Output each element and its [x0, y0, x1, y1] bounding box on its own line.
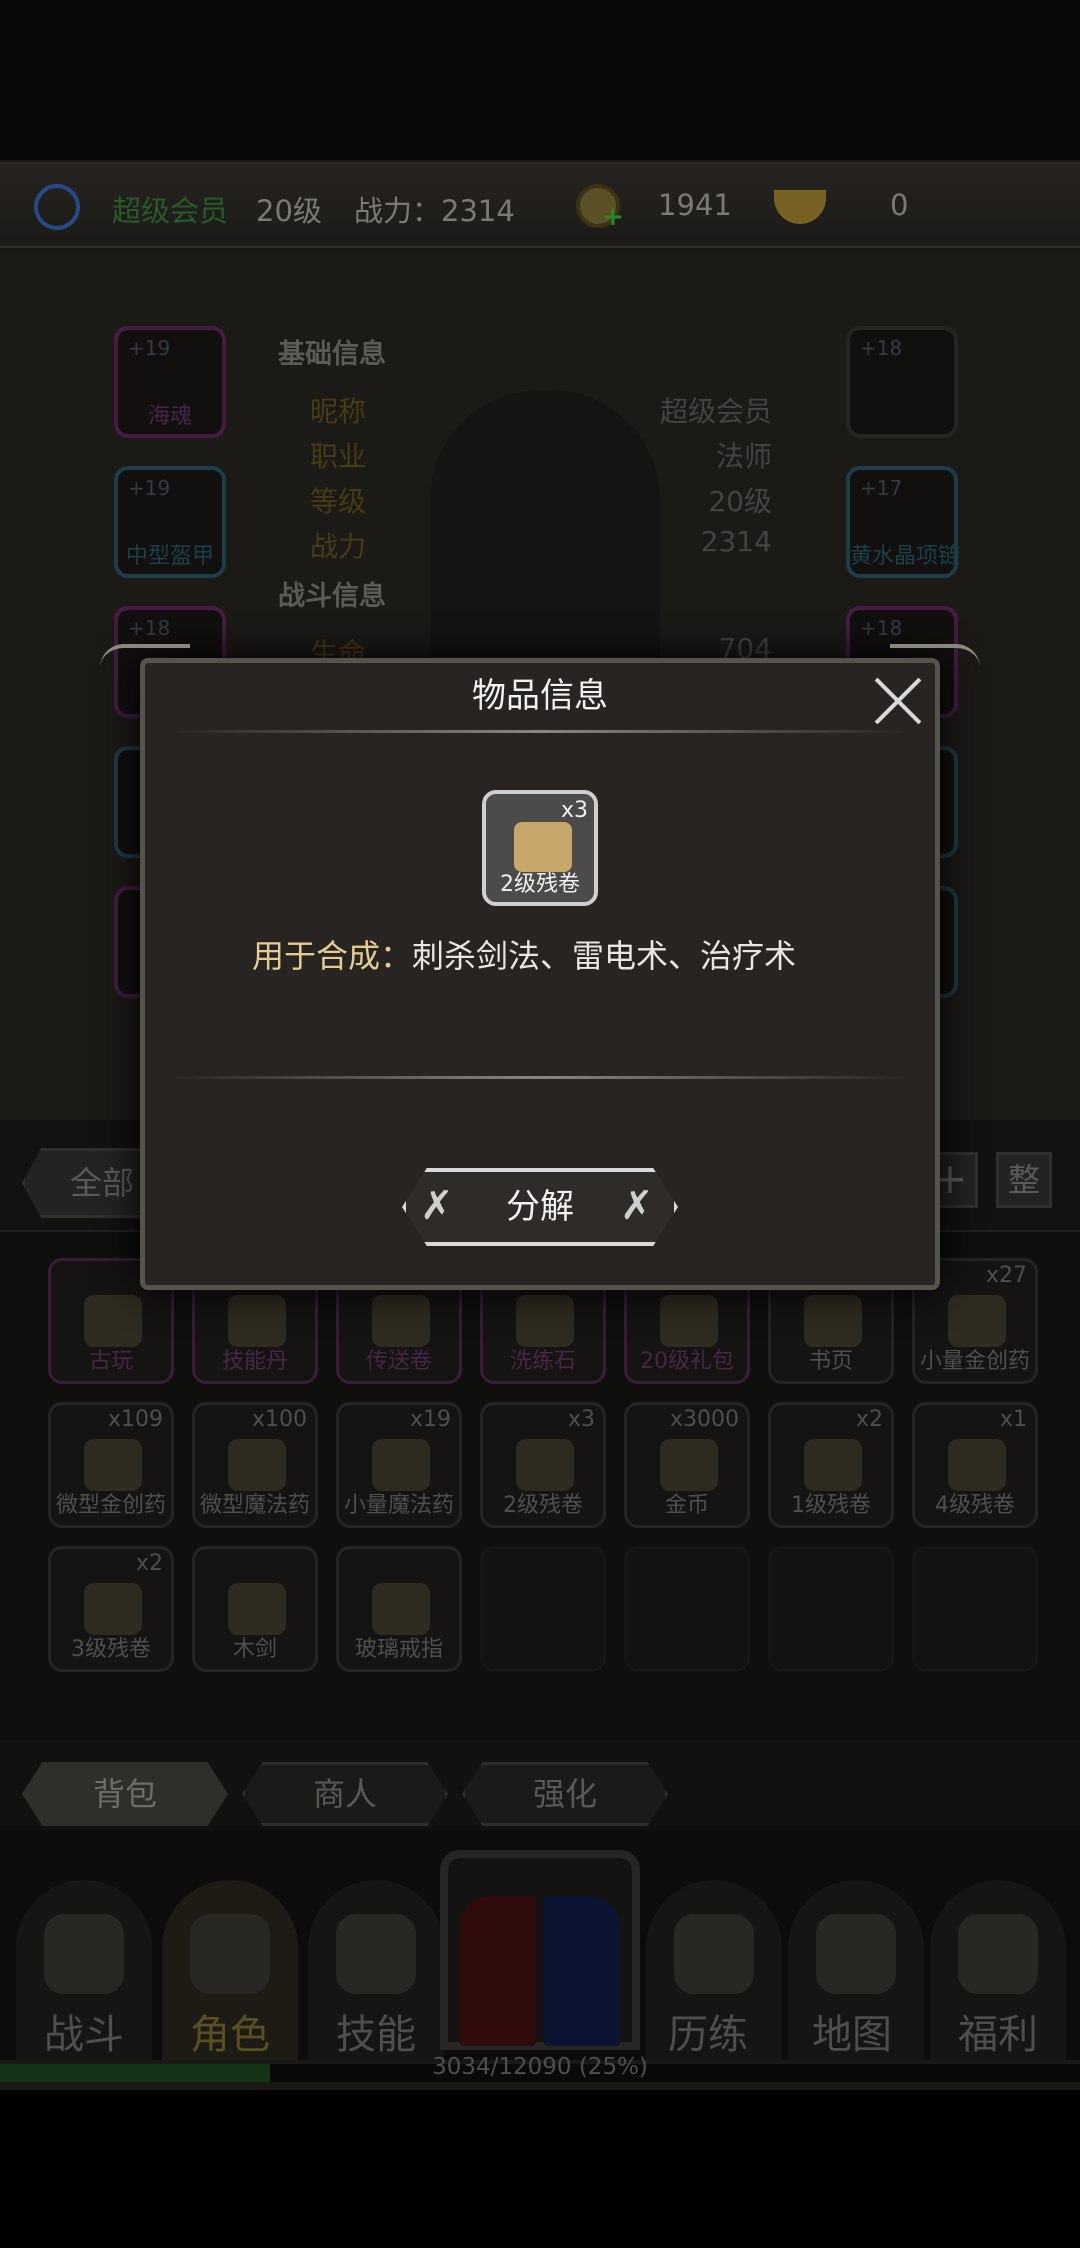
button-ornament-left: ✗ [420, 1183, 454, 1229]
scroll-fragment-icon [514, 822, 572, 872]
item-preview: x3 2级残卷 [482, 790, 598, 906]
item-name: 2级残卷 [500, 872, 580, 897]
dialog-ornament-left [100, 644, 190, 668]
close-icon[interactable] [870, 672, 926, 728]
item-description: 用于合成：刺杀剑法、雷电术、治疗术 [252, 934, 832, 978]
desc-label: 用于合成： [252, 937, 413, 975]
dialog-title: 物品信息 [472, 676, 608, 716]
dialog-ornament-right [890, 644, 980, 668]
desc-value: 刺杀剑法、雷电术、治疗术 [412, 937, 797, 975]
button-ornament-right: ✗ [620, 1183, 654, 1229]
dialog-divider-bottom [170, 1076, 910, 1079]
dialog-divider-top [170, 730, 910, 733]
item-count: x3 [560, 798, 588, 823]
